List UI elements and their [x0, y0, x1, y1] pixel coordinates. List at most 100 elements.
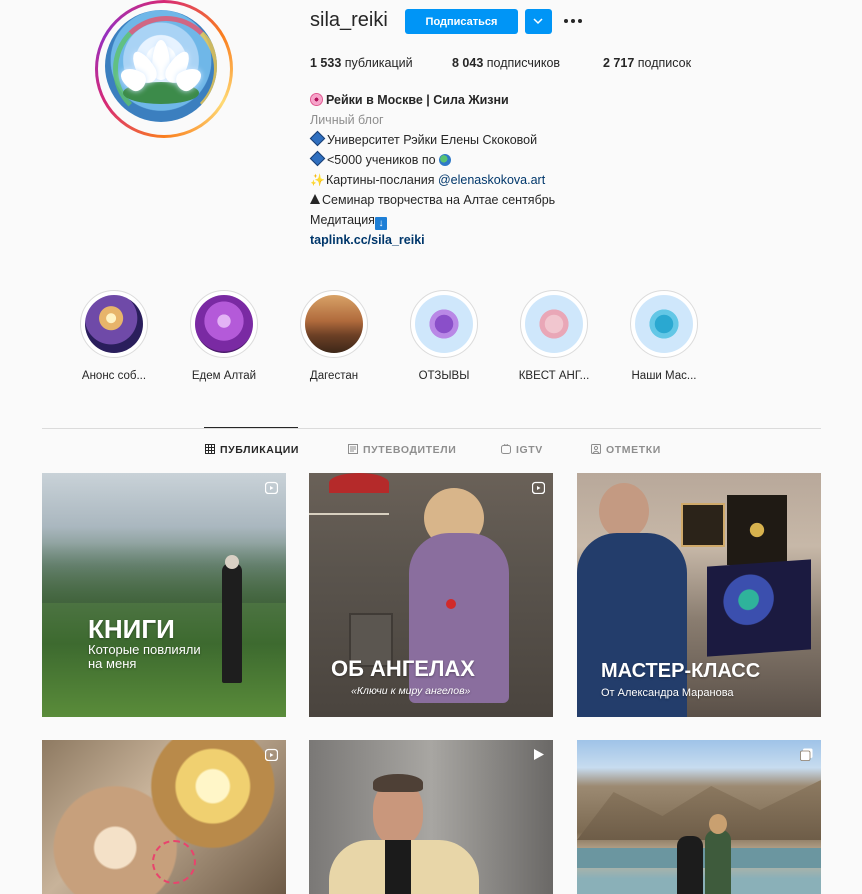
dot-icon — [578, 19, 582, 23]
posts-number: 1 533 — [310, 56, 342, 70]
post-head — [599, 483, 649, 539]
highlight-label: Едем Алтай — [191, 370, 257, 382]
dot-icon — [564, 19, 568, 23]
highlight-ring — [190, 290, 258, 358]
bio-line-meditation: Медитация — [310, 213, 375, 227]
highlight-cover — [525, 295, 583, 353]
following-number: 2 717 — [603, 56, 635, 70]
globe-emoji-icon — [439, 154, 452, 166]
bio-external-link[interactable]: taplink.cc/sila_reiki — [310, 233, 425, 247]
tab-tagged[interactable]: ОТМЕТКИ — [591, 444, 661, 456]
reels-icon — [265, 748, 278, 761]
reels-icon — [532, 481, 545, 494]
post-red-hat — [329, 473, 389, 493]
profile-username: sila_reiki — [310, 9, 388, 31]
post-title: МАСТЕР-КЛАСС — [601, 660, 761, 682]
tab-label: ПУТЕВОДИТЕЛИ — [363, 444, 457, 456]
tagged-icon — [591, 444, 601, 454]
post-subtitle: «Ключи к миру ангелов» — [351, 685, 471, 697]
video-icon — [534, 749, 544, 760]
mountain-emoji-icon — [310, 194, 320, 204]
following-count[interactable]: 2 717 подписок — [603, 56, 691, 70]
blue-diamond-icon — [309, 130, 326, 147]
post-tile[interactable]: КНИГИ Которые повлияли на меня — [42, 473, 286, 717]
tab-label: ОТМЕТКИ — [606, 444, 661, 456]
following-label: подписок — [637, 56, 692, 70]
followers-number: 8 043 — [452, 56, 484, 70]
highlight-ring — [80, 290, 148, 358]
highlight-label: Наши Мас... — [631, 370, 697, 382]
post-title: КНИГИ — [88, 614, 175, 644]
tabs-divider — [42, 428, 821, 429]
posts-count: 1 533 публикаций — [310, 56, 413, 70]
highlight-item[interactable]: КВЕСТ АНГ... — [510, 290, 598, 382]
profile-avatar-ring[interactable] — [95, 0, 233, 138]
highlight-label: Анонс соб... — [81, 370, 147, 382]
highlight-label: КВЕСТ АНГ... — [518, 370, 590, 382]
post-shelf — [309, 513, 389, 515]
posts-label: публикаций — [344, 56, 413, 70]
suggested-dropdown-button[interactable] — [525, 9, 552, 34]
flower-emoji-icon — [310, 93, 323, 106]
post-person — [677, 836, 703, 894]
post-burst — [152, 840, 196, 884]
more-options-button[interactable] — [564, 12, 584, 30]
highlight-item[interactable]: Дагестан — [290, 290, 378, 382]
follow-button[interactable]: Подписаться — [405, 9, 518, 34]
bio-category: Личный блог — [310, 113, 384, 127]
highlight-cover — [635, 295, 693, 353]
highlight-ring — [630, 290, 698, 358]
followers-count[interactable]: 8 043 подписчиков — [452, 56, 560, 70]
highlight-cover — [195, 295, 253, 353]
highlight-item[interactable]: Анонс соб... — [70, 290, 158, 382]
followers-label: подписчиков — [486, 56, 561, 70]
avatar[interactable] — [105, 10, 217, 122]
post-painting-small — [681, 503, 725, 547]
post-title: ОБ АНГЕЛАХ — [331, 656, 475, 681]
tab-igtv[interactable]: IGTV — [501, 444, 543, 456]
bio-mention-link[interactable]: @elenaskokova.art — [438, 173, 545, 187]
bio-name: Рейки в Москве | Сила Жизни — [326, 93, 509, 107]
post-shirt — [385, 840, 411, 894]
tab-posts[interactable]: ПУБЛИКАЦИИ — [205, 444, 299, 456]
highlight-label: ОТЗЫВЫ — [418, 370, 470, 382]
dot-icon — [571, 19, 575, 23]
tab-guides[interactable]: ПУТЕВОДИТЕЛИ — [348, 444, 456, 456]
post-person-head — [225, 555, 239, 569]
post-tile[interactable]: ОБ АНГЕЛАХ «Ключи к миру ангелов» — [309, 473, 553, 717]
tab-label: ПУБЛИКАЦИИ — [220, 444, 300, 456]
highlight-item[interactable]: Едем Алтай — [180, 290, 268, 382]
carousel-icon — [800, 748, 813, 761]
grid-icon — [205, 444, 215, 454]
tab-label: IGTV — [516, 444, 543, 456]
highlight-item[interactable]: Наши Мас... — [620, 290, 708, 382]
post-tile[interactable] — [577, 740, 821, 894]
post-subtitle: От Александра Маранова — [601, 687, 734, 699]
post-hills — [42, 543, 286, 603]
post-hair — [373, 774, 423, 792]
post-mountains — [577, 780, 821, 840]
guide-icon — [348, 444, 358, 454]
igtv-icon — [501, 444, 511, 454]
post-subtitle: Которые повлияли на меня — [88, 642, 201, 671]
highlight-ring — [520, 290, 588, 358]
highlight-cover — [415, 295, 473, 353]
down-arrow-emoji-icon: ↓ — [374, 217, 387, 230]
post-flower — [446, 599, 456, 609]
highlight-cover — [85, 295, 143, 353]
post-tile[interactable]: МАСТЕР-КЛАСС От Александра Маранова — [577, 473, 821, 717]
post-person-head — [709, 814, 727, 834]
active-tab-indicator — [204, 427, 298, 428]
highlight-ring — [410, 290, 478, 358]
post-tile[interactable] — [42, 740, 286, 894]
post-person — [705, 830, 731, 894]
profile-bio: Рейки в Москве | Сила Жизни Личный блог … — [309, 90, 730, 250]
highlight-item[interactable]: ОТЗЫВЫ — [400, 290, 488, 382]
sparkles-emoji-icon: ✨ — [310, 173, 325, 187]
post-person — [222, 563, 242, 683]
bio-line-paintings: Картины-послания — [325, 173, 435, 187]
bio-line-students: <5000 учеников по — [327, 153, 436, 167]
highlight-ring — [300, 290, 368, 358]
post-tile[interactable] — [309, 740, 553, 894]
post-painting — [727, 495, 787, 565]
